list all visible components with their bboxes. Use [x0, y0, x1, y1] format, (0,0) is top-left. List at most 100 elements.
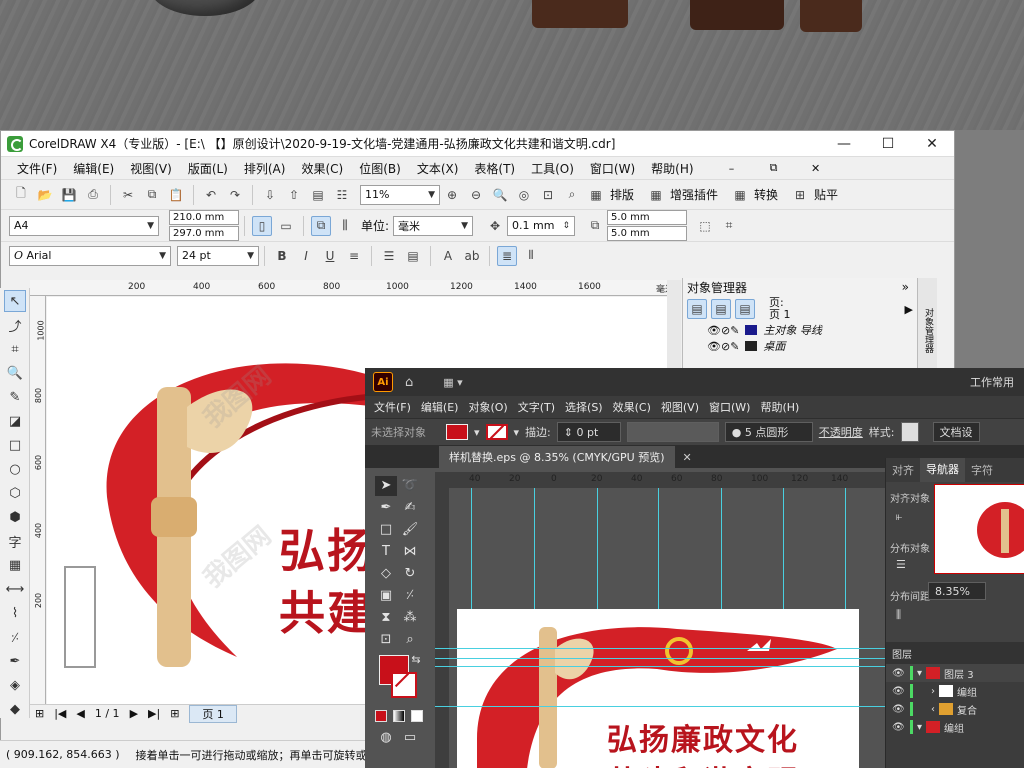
redo-icon[interactable]: ↷	[225, 185, 245, 205]
copy-icon[interactable]: ⧉	[142, 185, 162, 205]
expand-icon[interactable]: »	[902, 280, 909, 294]
publish-pdf-icon[interactable]: ▤	[308, 185, 328, 205]
pen-tool-icon[interactable]: ✒	[375, 498, 397, 518]
navigator-thumbnail[interactable]	[934, 484, 1024, 574]
ai-artboard[interactable]: 弘扬廉政文化 共建和谐文明	[457, 609, 859, 768]
eyedropper-icon[interactable]: ⸓	[4, 626, 26, 648]
page-width-input[interactable]: 210.0 mm	[169, 209, 239, 225]
zoom-tool-icon[interactable]: ⌕	[399, 630, 421, 650]
vertical-text-icon[interactable]: ⫴	[521, 246, 541, 266]
distribute-top-icon[interactable]: ☰	[896, 558, 906, 571]
page-tab[interactable]: 页 1	[189, 704, 237, 723]
menu-layout[interactable]: 版面(L)	[180, 160, 236, 177]
horizontal-text-icon[interactable]: ≣	[497, 245, 517, 266]
paintbrush-tool-icon[interactable]: 🖌	[399, 520, 421, 540]
menu-view[interactable]: 视图(V)	[122, 160, 180, 177]
dup-y-input[interactable]: 5.0 mm	[607, 225, 688, 241]
layout-icon[interactable]: ▦	[586, 185, 606, 205]
menu-table[interactable]: 表格(T)	[466, 160, 523, 177]
tile-button[interactable]: 贴平	[814, 186, 838, 203]
smart-fill-icon[interactable]: ◪	[4, 410, 26, 432]
menu-effects[interactable]: 效果(C)	[293, 160, 351, 177]
nudge-input[interactable]: 0.1 mm ⇕	[507, 215, 576, 236]
print-icon[interactable]: ⎙	[83, 185, 103, 205]
layer-manager-view-icon[interactable]: ▤	[735, 299, 755, 319]
chevron-down-icon[interactable]: ▾	[917, 722, 922, 733]
pick-tool-icon[interactable]: ↖	[4, 290, 26, 312]
close-button[interactable]: ✕	[910, 136, 954, 152]
doc-restore-button[interactable]: ⧉	[762, 161, 786, 175]
menu-text[interactable]: 文本(X)	[409, 160, 467, 177]
convert-button[interactable]: 转换	[754, 186, 778, 203]
current-page-icon[interactable]: ⫼	[335, 216, 355, 236]
align-icon[interactable]: ≡	[344, 246, 364, 266]
brush-definition[interactable]: ● 5 点圆形	[724, 422, 813, 442]
table-tool-icon[interactable]: ▦	[4, 554, 26, 576]
home-icon[interactable]: ⌂	[405, 375, 413, 390]
print-toggle-icon[interactable]: ⊘	[721, 324, 730, 337]
ai-menu-object[interactable]: 对象(O)	[463, 399, 512, 415]
variable-width-profile[interactable]	[626, 422, 719, 442]
fill-tool-icon[interactable]: ◈	[4, 674, 26, 696]
ai-menu-window[interactable]: 窗口(W)	[704, 399, 755, 415]
ai-menu-effect[interactable]: 效果(C)	[608, 399, 656, 415]
menu-tools[interactable]: 工具(O)	[523, 160, 582, 177]
doc-minimize-button[interactable]: –	[720, 162, 744, 175]
menu-window[interactable]: 窗口(W)	[582, 160, 643, 177]
ai-menu-file[interactable]: 文件(F)	[369, 399, 416, 415]
tab-character[interactable]: 字符	[965, 462, 999, 478]
export-icon[interactable]: ⇧	[284, 185, 304, 205]
next-page-button[interactable]: ▶	[130, 707, 138, 720]
dup-x-input[interactable]: 5.0 mm	[607, 209, 688, 225]
zoom-height-icon[interactable]: ⌕	[562, 185, 582, 205]
layer-row[interactable]: 👁 ▾ 编组	[886, 718, 1024, 736]
plugin-icon[interactable]: ▦	[646, 185, 666, 205]
chevron-down-icon[interactable]: ▾	[474, 426, 480, 439]
eye-icon[interactable]: 👁	[892, 686, 905, 697]
warp-tool-icon[interactable]: ↻	[399, 564, 421, 584]
type-tool-icon[interactable]: T	[375, 542, 397, 562]
eraser-tool-icon[interactable]: ◇	[375, 564, 397, 584]
rectangle-tool-icon[interactable]: □	[4, 434, 26, 456]
eye-icon[interactable]: 👁	[707, 324, 721, 337]
prev-page-button[interactable]: ◀	[76, 707, 84, 720]
document-setup-button[interactable]: 文档设	[932, 422, 980, 442]
curvature-tool-icon[interactable]: ✍	[399, 498, 421, 518]
none-mode-icon[interactable]	[411, 710, 423, 722]
eye-icon[interactable]: 👁	[707, 340, 721, 353]
app-launcher-icon[interactable]: ☷	[332, 185, 352, 205]
show-properties-icon[interactable]: ▤	[687, 299, 707, 319]
eye-icon[interactable]: 👁	[892, 668, 905, 679]
cut-icon[interactable]: ✂	[118, 185, 138, 205]
gradient-tool-icon[interactable]: ▣	[375, 586, 397, 606]
docker-side-tab[interactable]: 对象管理器	[917, 278, 937, 370]
menu-bitmaps[interactable]: 位图(B)	[351, 160, 409, 177]
drop-cap-icon[interactable]: ▤	[403, 246, 423, 266]
chevron-down-icon[interactable]: ▾	[514, 426, 520, 439]
minimize-button[interactable]: —	[822, 136, 866, 152]
zoom-width-icon[interactable]: ⊡	[538, 185, 558, 205]
selection-tool-icon[interactable]: ➤	[375, 476, 397, 496]
basic-shapes-icon[interactable]: ⬢	[4, 506, 26, 528]
zoom-combo[interactable]: 11% ▼	[360, 184, 440, 205]
new-file-icon[interactable]: 🗋	[11, 185, 31, 205]
nav-zoom-input[interactable]: 8.35%	[928, 582, 986, 600]
all-pages-icon[interactable]: ⧉	[311, 215, 331, 236]
bold-icon[interactable]: B	[272, 246, 292, 266]
first-page-button[interactable]: |◀	[54, 707, 66, 720]
text-tool-icon[interactable]: 字	[4, 530, 26, 552]
gradient-mode-icon[interactable]	[393, 710, 405, 722]
tile-icon[interactable]: ⊞	[790, 185, 810, 205]
ai-menu-type[interactable]: 文字(T)	[513, 399, 560, 415]
italic-icon[interactable]: I	[296, 246, 316, 266]
stroke-color[interactable]	[391, 672, 417, 698]
flyout-arrow-icon[interactable]: ▶	[905, 303, 913, 316]
arrange-documents-icon[interactable]: ▦ ▾	[443, 376, 462, 389]
undo-icon[interactable]: ↶	[201, 185, 221, 205]
last-page-button[interactable]: ▶|	[148, 707, 160, 720]
dimension-tool-icon[interactable]: ⟷	[4, 578, 26, 600]
bullets-icon[interactable]: ☰	[379, 246, 399, 266]
close-tab-icon[interactable]: ✕	[683, 451, 692, 464]
zoom-in-icon[interactable]: ⊕	[442, 185, 462, 205]
enhance-plugin-button[interactable]: 增强插件	[670, 186, 718, 203]
